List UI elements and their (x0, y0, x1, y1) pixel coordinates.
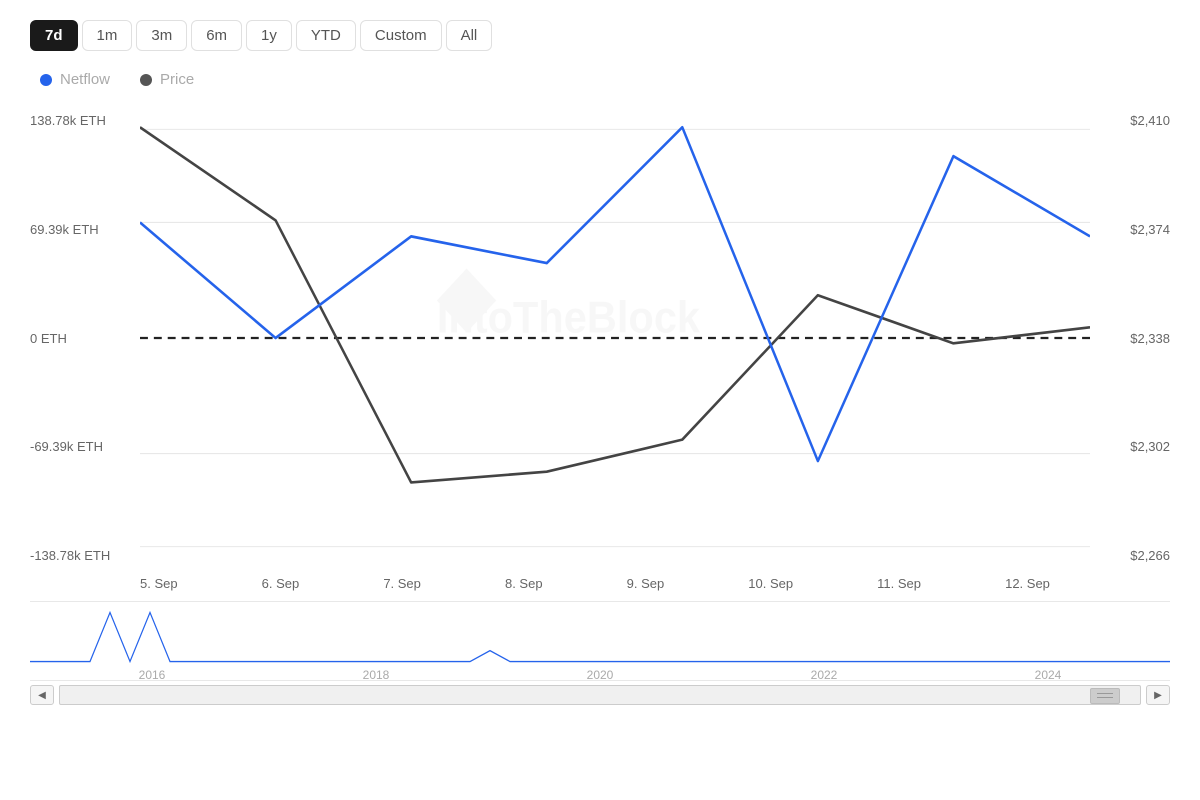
mini-chart-svg (30, 607, 1170, 667)
x-label: 12. Sep (1005, 576, 1050, 591)
chart-wrapper: 138.78k ETH 69.39k ETH 0 ETH -69.39k ETH -13… (30, 108, 1170, 568)
y-left-label: 138.78k ETH (30, 113, 110, 128)
main-container: 7d1m3m6m1yYTDCustomAll Netflow Price 138… (0, 0, 1200, 800)
mini-chart-wrapper: 2016 2018 2020 2022 2024 (30, 601, 1170, 681)
chart-svg-container: IntoTheBlock (140, 108, 1090, 568)
netflow-label: Netflow (60, 71, 110, 88)
x-label: 8. Sep (505, 576, 543, 591)
netflow-dot (40, 74, 52, 86)
mini-year-label: 2022 (811, 668, 838, 682)
x-label: 6. Sep (262, 576, 300, 591)
y-right-label: $2,374 (1130, 222, 1170, 237)
scroll-thumb[interactable] (1090, 688, 1120, 704)
time-btn-6m[interactable]: 6m (191, 20, 242, 51)
time-btn-1y[interactable]: 1y (246, 20, 292, 51)
time-btn-custom[interactable]: Custom (360, 20, 442, 51)
mini-year-label: 2018 (363, 668, 390, 682)
time-btn-all[interactable]: All (446, 20, 493, 51)
chart-svg: IntoTheBlock (140, 108, 1090, 568)
scrollbar-area: ◀ ▶ (30, 685, 1170, 705)
x-label: 11. Sep (877, 576, 921, 591)
y-left-label: -69.39k ETH (30, 439, 110, 454)
legend-netflow: Netflow (40, 71, 110, 88)
time-btn-7d[interactable]: 7d (30, 20, 78, 51)
y-left-label: 69.39k ETH (30, 222, 110, 237)
scroll-right-button[interactable]: ▶ (1146, 685, 1170, 705)
time-range-bar: 7d1m3m6m1yYTDCustomAll (30, 20, 1170, 51)
scroll-left-button[interactable]: ◀ (30, 685, 54, 705)
time-btn-1m[interactable]: 1m (82, 20, 133, 51)
legend-price: Price (140, 71, 194, 88)
y-axis-left: 138.78k ETH 69.39k ETH 0 ETH -69.39k ETH -13… (30, 108, 110, 568)
x-axis: 5. Sep 6. Sep 7. Sep 8. Sep 9. Sep 10. Sep 11.… (30, 576, 1170, 591)
x-label: 10. Sep (748, 576, 793, 591)
x-label: 5. Sep (140, 576, 178, 591)
price-label: Price (160, 71, 194, 88)
mini-year-label: 2016 (139, 668, 166, 682)
y-left-label: -138.78k ETH (30, 548, 110, 563)
x-label: 9. Sep (627, 576, 665, 591)
y-left-label: 0 ETH (30, 331, 110, 346)
y-right-label: $2,410 (1130, 113, 1170, 128)
time-btn-ytd[interactable]: YTD (296, 20, 356, 51)
y-right-label: $2,338 (1130, 331, 1170, 346)
time-btn-3m[interactable]: 3m (136, 20, 187, 51)
y-right-label: $2,302 (1130, 439, 1170, 454)
y-axis-right: $2,410 $2,374 $2,338 $2,302 $2,266 (1130, 108, 1170, 568)
price-dot (140, 74, 152, 86)
y-right-label: $2,266 (1130, 548, 1170, 563)
x-label: 7. Sep (383, 576, 421, 591)
scroll-track[interactable] (59, 685, 1141, 705)
mini-year-label: 2024 (1035, 668, 1062, 682)
legend: Netflow Price (40, 71, 1170, 88)
mini-year-label: 2020 (587, 668, 614, 682)
